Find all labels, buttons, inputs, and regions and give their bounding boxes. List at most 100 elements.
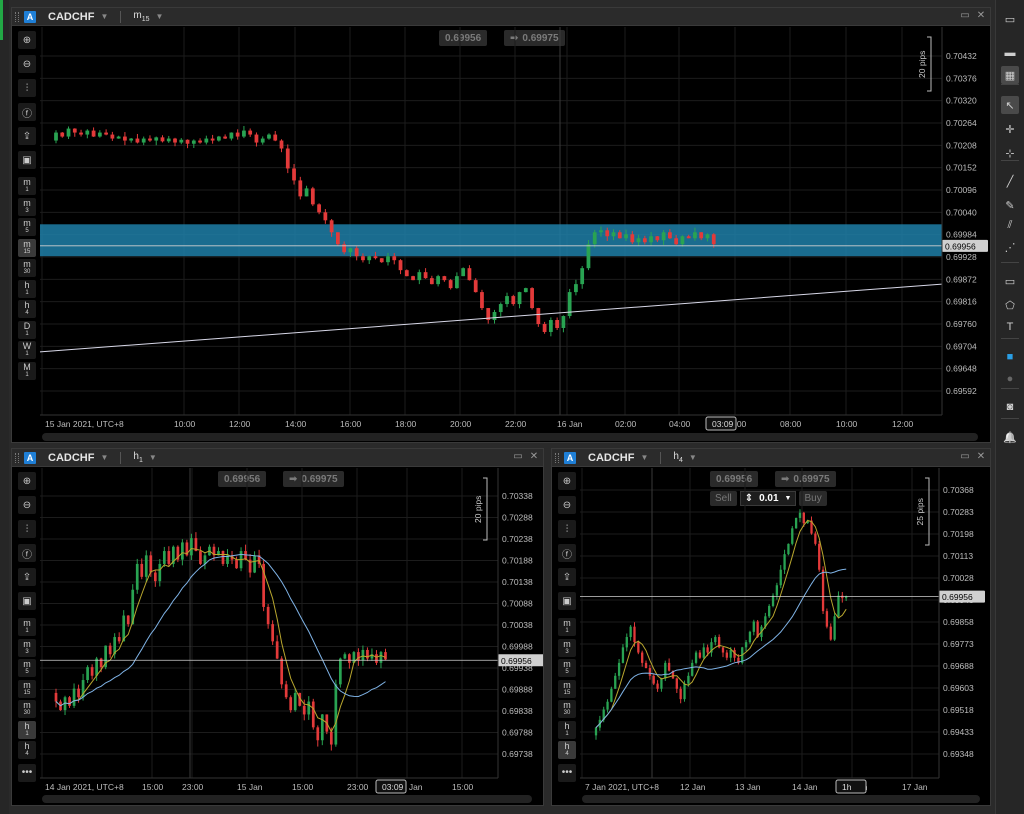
cursor-time-label: 1h [842, 782, 852, 792]
price-tick-label: 0.69592 [946, 386, 977, 396]
candle-body [289, 697, 293, 711]
candle-body [204, 138, 209, 143]
price-tick-label: 0.69773 [943, 639, 974, 649]
candle-body [691, 662, 694, 676]
candle-body [411, 276, 415, 281]
pointer-icon[interactable]: ↖ [1001, 96, 1019, 114]
shape-icon[interactable]: ⬠ [1001, 296, 1019, 314]
price-chart[interactable]: 0.70432 0.70376 0.70320 0.70264 0.70208 0.701… [12, 8, 991, 443]
price-chart[interactable]: 0.70338 0.70288 0.70238 0.70188 0.70138 0.700… [12, 449, 544, 806]
pips-label: 25 pips [915, 498, 925, 525]
candle-body [260, 138, 265, 143]
line-icon[interactable]: ╱ [1001, 172, 1019, 190]
crosshair-icon[interactable]: ✛ [1001, 120, 1019, 138]
candle-body [210, 138, 215, 141]
price-tick-label: 0.69928 [946, 252, 977, 262]
candle-body [725, 652, 729, 658]
pips-ruler [927, 36, 932, 92]
supply-demand-zone[interactable] [40, 224, 942, 257]
toolbar-divider [1001, 418, 1019, 419]
candle-body [664, 662, 667, 679]
candle-body [129, 138, 134, 141]
time-axis: 14 Jan 2021, UTC+8 15:00 23:00 15 Jan 15:00 2… [45, 782, 474, 792]
candle-body [698, 652, 702, 658]
candle-body [298, 180, 303, 197]
multi-layout-icon[interactable]: ▦ [1001, 66, 1019, 84]
circle-icon[interactable]: ● [1001, 370, 1019, 388]
candle-body [636, 238, 641, 243]
price-tick-label: 0.70283 [943, 507, 974, 517]
pencil-icon[interactable]: ✎ [1001, 196, 1019, 214]
price-tick-label: 0.69858 [943, 617, 974, 627]
candles [594, 509, 848, 740]
candle-body [66, 128, 71, 137]
text-icon[interactable]: T [1001, 318, 1019, 336]
candle-body [783, 554, 786, 570]
candle-body [630, 234, 635, 243]
single-layout-icon[interactable]: ▭ [1001, 10, 1019, 28]
candle-body [480, 292, 484, 309]
trend-line[interactable] [39, 283, 943, 353]
candle-body [744, 642, 748, 648]
horizontal-scrollbar[interactable] [42, 795, 532, 803]
time-tick-label: 14 Jan [792, 782, 818, 792]
candle-body [536, 308, 541, 324]
candle-body [242, 130, 246, 137]
candle-body [307, 701, 311, 715]
price-tick-label: 0.70288 [502, 513, 533, 523]
horizontal-scrollbar[interactable] [582, 795, 980, 803]
candle-body [442, 276, 447, 281]
candle-body [555, 320, 560, 328]
horizontal-scrollbar[interactable] [42, 433, 978, 441]
candle-body [68, 697, 71, 706]
candle-body [505, 296, 509, 305]
candle-body [752, 621, 755, 632]
candle-body [592, 232, 597, 245]
color-icon[interactable]: ■ [1001, 348, 1019, 366]
alert-icon[interactable]: 🔔 [1001, 428, 1019, 446]
channel-icon[interactable]: ⋰ [1001, 238, 1019, 256]
rectangle-icon[interactable]: ▭ [1001, 272, 1019, 290]
candle-body [254, 134, 259, 143]
fib-icon[interactable]: ⫽ [1001, 216, 1019, 234]
screenshot-icon[interactable]: ◙ [1001, 398, 1019, 416]
time-tick-label: 10:00 [836, 419, 858, 429]
candle-body [140, 563, 144, 577]
candle-body [60, 132, 65, 137]
candle-body [279, 140, 284, 149]
candle-body [379, 258, 384, 263]
chart-panel-h1: A CADCHF ▼ h1 ▼ ▭ ✕ ⊕ ⊖ ⫶ ⓕ ⇪ ▣ m 1 m 3 m 5 m 15 m 30 h 1 h… [11, 448, 544, 806]
candle-body [548, 320, 553, 332]
price-tick-label: 0.69704 [946, 341, 977, 351]
candle-body [711, 234, 716, 245]
candle-body [354, 248, 359, 257]
price-tick-label: 0.70096 [946, 185, 977, 195]
candle-body [54, 132, 58, 141]
price-chart[interactable]: 0.70368 0.70283 0.70198 0.70113 0.70028 0.699… [552, 449, 991, 806]
candle-body [660, 678, 663, 689]
time-tick-label: 22:00 [505, 419, 527, 429]
price-tick-label: 0.70320 [946, 96, 977, 106]
split-layout-icon[interactable]: ▬ [1001, 44, 1019, 62]
candle-body [530, 288, 534, 309]
candle-body [190, 538, 193, 556]
time-tick-label: 18:00 [395, 419, 417, 429]
candle-body [141, 138, 146, 143]
candle-body [97, 132, 102, 137]
candle-body [361, 256, 365, 261]
time-tick-label: 15 Jan [237, 782, 263, 792]
time-tick-label: 12 Jan [680, 782, 706, 792]
price-tick-label: 0.69603 [943, 683, 974, 693]
candle-body [199, 551, 202, 564]
candle-body [641, 652, 644, 663]
time-tick-label: 02:00 [615, 419, 637, 429]
candle-body [644, 662, 648, 669]
candle-body [320, 714, 324, 741]
candle-body [154, 137, 159, 141]
price-tick-label: 0.69738 [502, 749, 533, 759]
candle-body [316, 727, 320, 741]
candle-body [542, 324, 547, 332]
candle-body [467, 268, 472, 281]
candle-body [574, 284, 578, 293]
candle-body [517, 292, 522, 305]
